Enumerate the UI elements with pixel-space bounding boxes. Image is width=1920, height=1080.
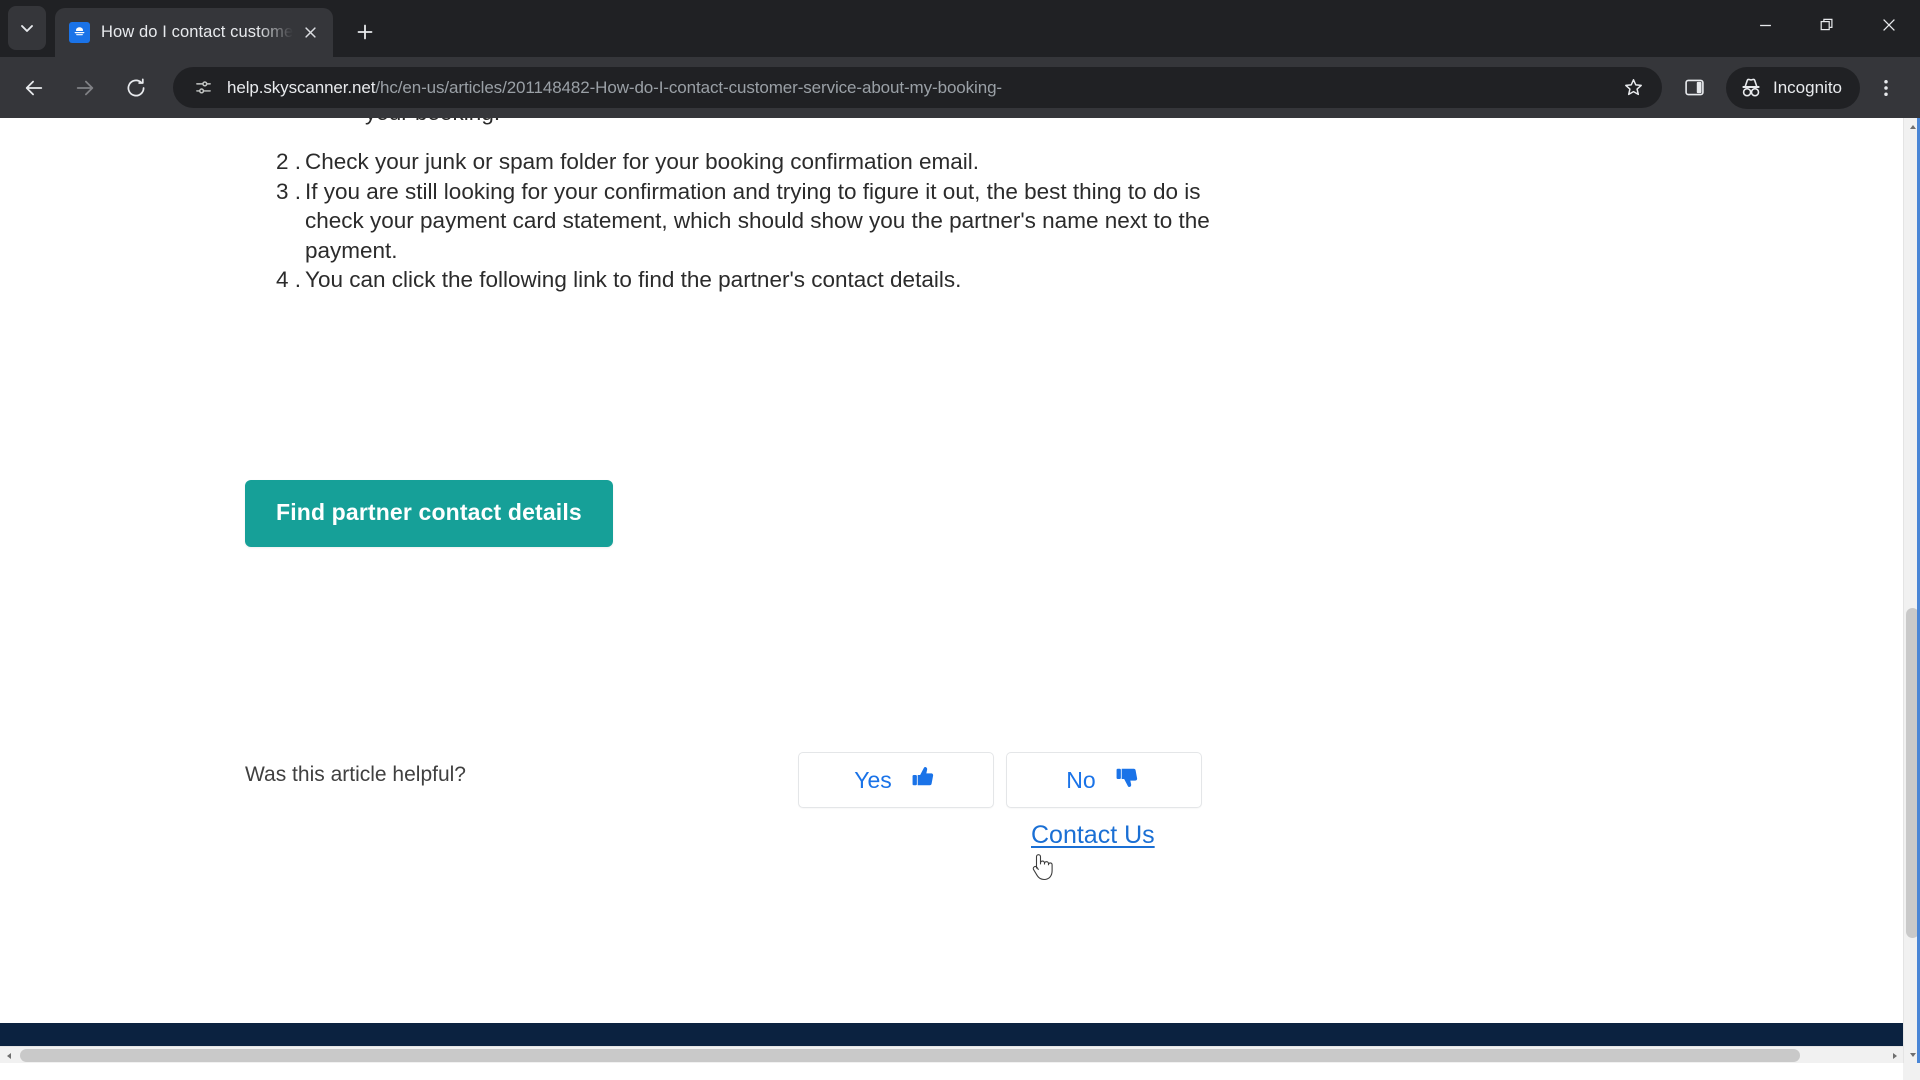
step-text: Check your junk or spam folder for your … — [305, 149, 980, 174]
back-button[interactable] — [12, 66, 56, 110]
horizontal-scrollbar[interactable] — [0, 1046, 1903, 1063]
list-item: 4 . You can click the following link to … — [245, 265, 1255, 295]
address-bar[interactable]: help.skyscanner.net/hc/en-us/articles/20… — [173, 67, 1662, 108]
url-text: help.skyscanner.net/hc/en-us/articles/20… — [227, 78, 1612, 98]
page-viewport: your booking. 2 . Check your junk or spa… — [0, 118, 1920, 1080]
bookmark-star-icon[interactable] — [1612, 67, 1654, 109]
url-domain: help.skyscanner.net — [227, 77, 376, 97]
vote-yes-button[interactable]: Yes — [798, 752, 994, 808]
step-text: If you are still looking for your confir… — [305, 178, 1210, 263]
step-text: You can click the following link to find… — [305, 267, 962, 292]
reload-button[interactable] — [114, 66, 158, 110]
vertical-scrollbar-thumb[interactable] — [1906, 608, 1919, 938]
thumbs-up-icon — [910, 763, 938, 797]
tab-search-button[interactable] — [8, 6, 46, 50]
forward-button[interactable] — [63, 66, 107, 110]
restore-button[interactable] — [1796, 0, 1858, 50]
scrollbar-corner — [1903, 1063, 1920, 1080]
close-button[interactable] — [1858, 0, 1920, 50]
reload-icon — [127, 78, 145, 96]
mouse-cursor — [1028, 851, 1054, 885]
page-content: your booking. 2 . Check your junk or spa… — [0, 118, 1903, 1063]
contact-us-link[interactable]: Contact Us — [1031, 821, 1155, 850]
incognito-icon — [1742, 78, 1760, 97]
plus-icon — [357, 24, 373, 40]
thumbs-down-icon — [1114, 763, 1142, 797]
browser-window: How do I contact customer serv — [0, 0, 1920, 1080]
step-text: your booking. — [305, 118, 500, 125]
new-tab-button[interactable] — [347, 14, 383, 50]
tab-strip: How do I contact customer serv — [0, 0, 1920, 57]
feedback-question: Was this article helpful? — [245, 763, 466, 786]
horizontal-scrollbar-thumb[interactable] — [20, 1049, 1800, 1062]
step-marker: 4 . — [275, 267, 301, 292]
vertical-scrollbar[interactable] — [1903, 118, 1920, 1063]
arrow-left-icon — [25, 80, 43, 95]
side-panel-icon — [1684, 79, 1704, 96]
scroll-down-icon[interactable] — [1904, 1046, 1920, 1063]
list-item: your booking. — [245, 118, 1255, 147]
article-body: your booking. 2 . Check your junk or spa… — [245, 118, 1255, 295]
side-panel-button[interactable] — [1672, 66, 1716, 110]
step-marker: 2 . — [275, 149, 301, 174]
three-dot-menu-icon — [1884, 79, 1888, 96]
vote-no-button[interactable]: No — [1006, 752, 1202, 808]
scroll-right-icon[interactable] — [1886, 1047, 1903, 1063]
tab-title: How do I contact customer serv — [101, 23, 297, 41]
scroll-up-icon[interactable] — [1904, 118, 1920, 135]
minimize-button[interactable] — [1734, 0, 1796, 50]
chevron-down-icon — [21, 25, 33, 32]
vote-no-label: No — [1066, 766, 1096, 793]
scroll-left-icon[interactable] — [0, 1047, 17, 1063]
incognito-indicator[interactable]: Incognito — [1726, 66, 1860, 109]
window-controls — [1734, 0, 1920, 50]
arrow-right-icon — [76, 80, 94, 95]
site-info-icon[interactable] — [189, 74, 217, 102]
steps-list: your booking. 2 . Check your junk or spa… — [245, 118, 1255, 295]
list-item: 2 . Check your junk or spam folder for y… — [245, 147, 1255, 177]
browser-tab[interactable]: How do I contact customer serv — [55, 8, 333, 57]
list-item: 3 . If you are still looking for your co… — [245, 177, 1255, 266]
find-partner-contact-details-button[interactable]: Find partner contact details — [245, 480, 613, 547]
close-icon[interactable] — [297, 20, 323, 46]
skyscanner-favicon — [69, 22, 90, 43]
vote-yes-label: Yes — [854, 766, 892, 793]
url-path: /hc/en-us/articles/201148482-How-do-I-co… — [375, 77, 1002, 97]
step-marker: 3 . — [275, 178, 301, 204]
incognito-label: Incognito — [1773, 77, 1842, 97]
browser-toolbar: help.skyscanner.net/hc/en-us/articles/20… — [0, 57, 1920, 118]
chrome-menu-button[interactable] — [1864, 66, 1908, 110]
